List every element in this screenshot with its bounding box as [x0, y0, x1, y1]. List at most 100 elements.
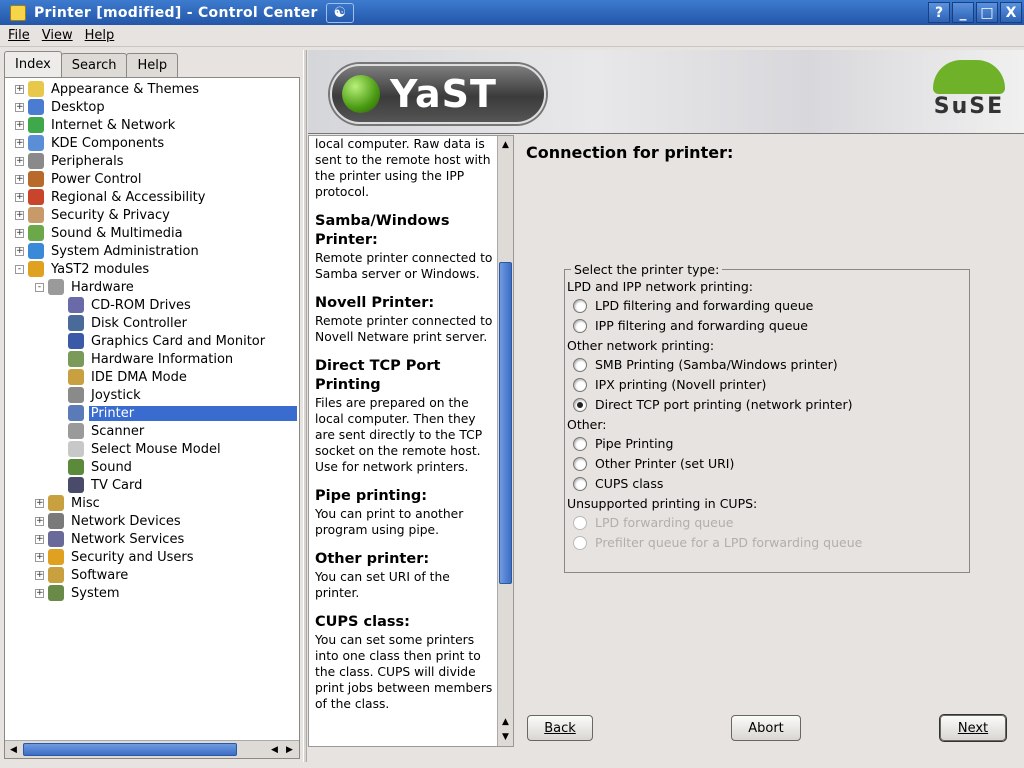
tree-item[interactable]: TV Card — [55, 476, 144, 494]
back-button-label: Back — [544, 720, 576, 736]
tree-item[interactable]: Printer — [55, 404, 297, 422]
tree-item[interactable]: Graphics Card and Monitor — [55, 332, 267, 350]
expand-icon[interactable]: + — [35, 534, 44, 544]
minimize-button[interactable]: _ — [952, 2, 974, 23]
tree-item[interactable]: + Misc — [35, 494, 102, 512]
radio-lpd-filtering[interactable]: LPD filtering and forwarding queue — [573, 298, 813, 313]
expand-icon[interactable]: + — [15, 156, 24, 166]
scroll-down-arrow-icon[interactable]: ▼ — [498, 729, 513, 744]
tree-item[interactable]: + Desktop — [15, 98, 107, 116]
tree-item[interactable]: Joystick — [55, 386, 143, 404]
tree-item[interactable]: + Network Services — [35, 530, 186, 548]
expand-icon[interactable]: + — [15, 246, 24, 256]
tree-item[interactable]: + Peripherals — [15, 152, 126, 170]
tree-item[interactable]: + Network Devices — [35, 512, 183, 530]
expand-icon[interactable]: + — [35, 498, 44, 508]
expand-icon[interactable]: + — [15, 102, 24, 112]
module-icon — [48, 279, 64, 295]
scroll-up-arrow-icon-2[interactable]: ▲ — [498, 714, 513, 729]
radio-ipp-filtering[interactable]: IPP filtering and forwarding queue — [573, 318, 808, 333]
window-titlebar: Printer [modified] - Control Center ☯ ? … — [0, 0, 1024, 25]
expand-icon[interactable]: + — [15, 210, 24, 220]
tab-search-label: Search — [71, 58, 117, 73]
bottom-strip — [0, 762, 1024, 768]
scroll-left-arrow-icon-2[interactable]: ◀ — [267, 742, 282, 757]
tree-item[interactable]: + Sound & Multimedia — [15, 224, 185, 242]
tree-item[interactable]: + KDE Components — [15, 134, 166, 152]
tab-index[interactable]: Index — [4, 51, 62, 77]
menu-view[interactable]: View — [42, 28, 73, 43]
scroll-right-arrow-icon[interactable]: ▶ — [282, 742, 297, 757]
radio-lpd-forwarding: LPD forwarding queue — [573, 515, 734, 530]
radio-cups-class[interactable]: CUPS class — [573, 476, 663, 491]
radio-label: Pipe Printing — [595, 436, 674, 451]
tree-item-label: Security and Users — [71, 549, 194, 565]
expand-icon[interactable]: + — [15, 192, 24, 202]
tree-item[interactable]: + Power Control — [15, 170, 143, 188]
expand-icon[interactable]: + — [15, 228, 24, 238]
help-scroll-thumb[interactable] — [499, 262, 512, 584]
expand-icon[interactable]: + — [35, 516, 44, 526]
expand-icon[interactable]: + — [15, 84, 24, 94]
maximize-button[interactable]: □ — [976, 2, 998, 23]
expand-icon[interactable]: + — [15, 174, 24, 184]
radio-ipx-printing[interactable]: IPX printing (Novell printer) — [573, 377, 766, 392]
abort-button[interactable]: Abort — [731, 715, 801, 741]
menu-file[interactable]: File — [8, 28, 30, 43]
module-tree[interactable]: + Appearance & Themes + Desktop + Internet & … — [4, 77, 300, 759]
tree-item-label: Scanner — [91, 423, 145, 439]
tree-item[interactable]: + Appearance & Themes — [15, 80, 201, 98]
tree-item[interactable]: + Security and Users — [35, 548, 196, 566]
collapse-icon[interactable]: - — [35, 282, 44, 292]
module-icon — [68, 351, 84, 367]
panel-splitter[interactable] — [303, 50, 307, 762]
collapse-icon[interactable]: - — [15, 264, 24, 274]
tree-item[interactable]: Select Mouse Model — [55, 440, 223, 458]
menu-file-label: File — [8, 28, 30, 43]
module-icon — [28, 81, 44, 97]
tree-item[interactable]: IDE DMA Mode — [55, 368, 189, 386]
tree-item[interactable]: + Internet & Network — [15, 116, 177, 134]
scroll-left-arrow-icon[interactable]: ◀ — [6, 742, 21, 757]
menu-help[interactable]: Help — [85, 28, 115, 43]
expand-icon[interactable]: + — [15, 120, 24, 130]
section-label: Other: — [567, 417, 607, 432]
help-text-panel[interactable]: local computer. Raw data is sent to the … — [308, 135, 514, 747]
tree-item[interactable]: Scanner — [55, 422, 146, 440]
tab-search[interactable]: Search — [60, 53, 128, 77]
tree-scroll-thumb[interactable] — [23, 743, 237, 756]
close-button[interactable]: X — [1000, 2, 1022, 23]
printer-type-group: Select the printer type: LPD and IPP net… — [564, 262, 970, 573]
tree-horizontal-scrollbar[interactable]: ◀ ◀ ▶ — [5, 740, 299, 758]
tree-item[interactable]: - Hardware — [35, 278, 136, 296]
expand-icon[interactable]: + — [35, 552, 44, 562]
expand-icon[interactable]: + — [35, 570, 44, 580]
suse-taskbar-icon[interactable]: ☯ — [325, 2, 354, 23]
tree-item[interactable]: + Regional & Accessibility — [15, 188, 207, 206]
radio-direct-tcp[interactable]: Direct TCP port printing (network printe… — [573, 397, 853, 412]
expand-icon[interactable]: + — [35, 588, 44, 598]
tree-item[interactable]: CD-ROM Drives — [55, 296, 193, 314]
tab-help[interactable]: Help — [126, 53, 179, 77]
tree-item[interactable]: Sound — [55, 458, 134, 476]
help-vertical-scrollbar[interactable]: ▲ ▲ ▼ — [497, 136, 513, 746]
expand-icon[interactable]: + — [15, 138, 24, 148]
tree-item[interactable]: Hardware Information — [55, 350, 235, 368]
next-button[interactable]: Next — [940, 715, 1006, 741]
tree-item[interactable]: + System Administration — [15, 242, 201, 260]
tree-item-label: IDE DMA Mode — [91, 369, 187, 385]
tab-help-label: Help — [137, 58, 168, 73]
radio-other-printer[interactable]: Other Printer (set URI) — [573, 456, 734, 471]
help-window-button[interactable]: ? — [928, 2, 950, 23]
radio-smb-printing[interactable]: SMB Printing (Samba/Windows printer) — [573, 357, 838, 372]
tree-item[interactable]: + Security & Privacy — [15, 206, 172, 224]
tree-item[interactable]: - YaST2 modules — [15, 260, 151, 278]
scroll-up-arrow-icon[interactable]: ▲ — [498, 137, 513, 152]
back-button[interactable]: Back — [527, 715, 593, 741]
tree-item[interactable]: + Software — [35, 566, 130, 584]
tree-item[interactable]: Disk Controller — [55, 314, 189, 332]
tree-item-label: Desktop — [51, 99, 105, 115]
radio-pipe-printing[interactable]: Pipe Printing — [573, 436, 673, 451]
menu-help-label: Help — [84, 28, 115, 43]
tree-item[interactable]: + System — [35, 584, 121, 602]
